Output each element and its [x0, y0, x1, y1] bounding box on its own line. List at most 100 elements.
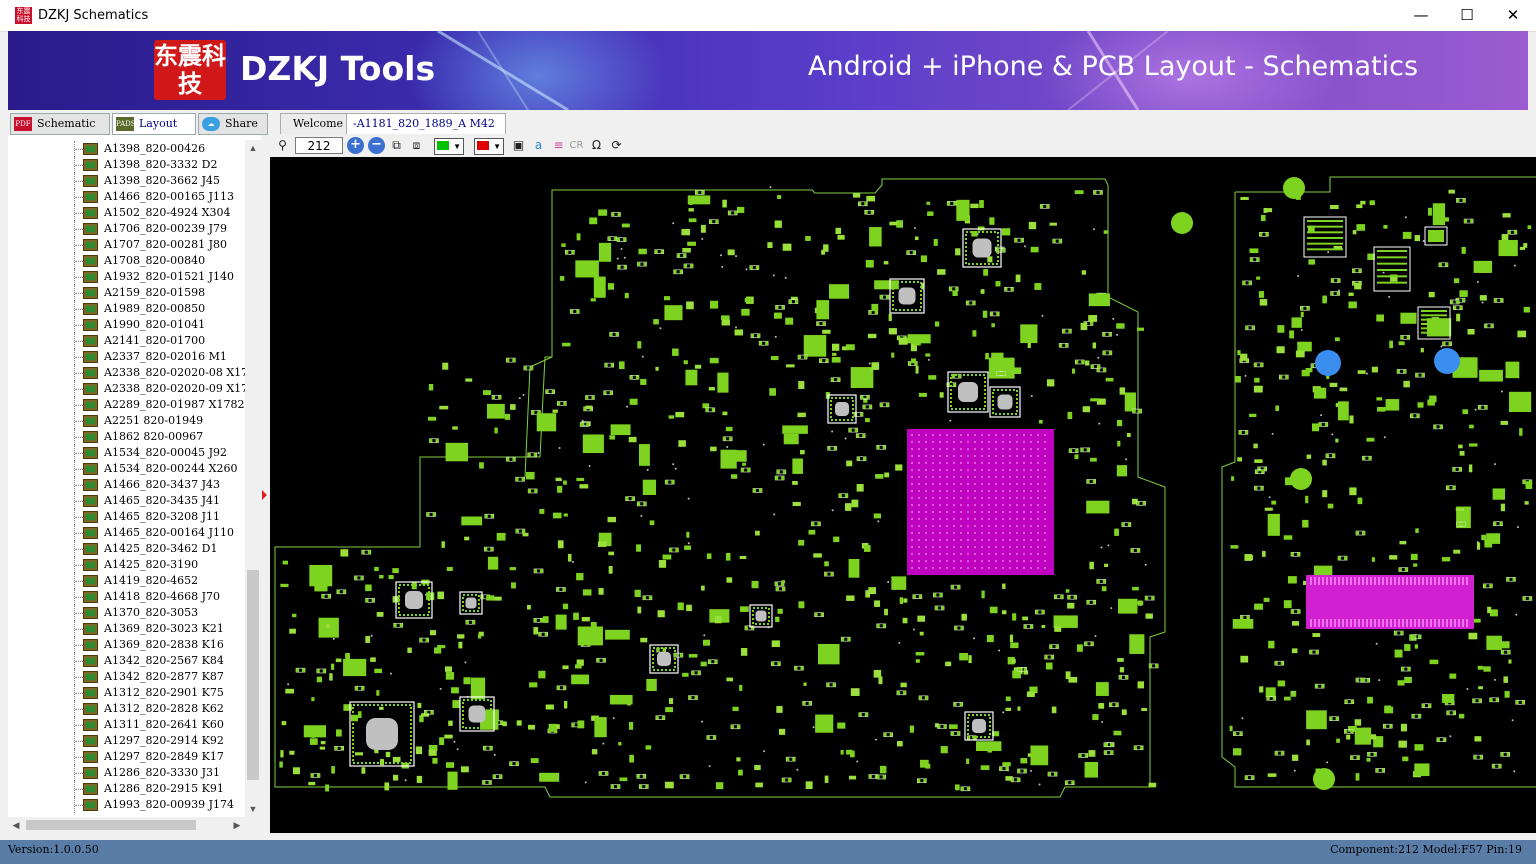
bga-ball — [1022, 531, 1026, 535]
tree-item[interactable]: A1708_820-00840 — [8, 253, 261, 269]
smd-pad — [767, 242, 773, 249]
zoom-input[interactable] — [295, 137, 343, 154]
collapse-arrow-icon[interactable] — [262, 490, 267, 500]
tree-item[interactable]: A1398_820-3662 J45 — [8, 173, 261, 189]
tree-item[interactable]: A1342_820-2877 K87 — [8, 669, 261, 685]
tree-item[interactable]: A1425_820-3190 — [8, 557, 261, 573]
tree-item[interactable]: A1425_820-3462 D1 — [8, 541, 261, 557]
zoom-in-icon[interactable]: + — [347, 137, 364, 154]
tree-item[interactable]: A1286_820-3330 J31 — [8, 765, 261, 781]
tree-item[interactable]: A1312_820-2828 K62 — [8, 701, 261, 717]
tab-welcome[interactable]: Welcome — [280, 113, 356, 134]
list-icon[interactable]: ≡ — [550, 137, 567, 154]
via-dot — [773, 513, 776, 516]
layers-icon[interactable]: ▣ — [510, 137, 527, 154]
scroll-down-icon[interactable]: ▼ — [245, 801, 261, 817]
tree-vertical-scrollbar[interactable]: ▲ ▼ — [245, 140, 261, 817]
search-icon[interactable]: ⚲ — [274, 137, 291, 154]
tab-board-file[interactable]: -A1181_820_1889_A M42✕ — [346, 113, 506, 151]
tree-item[interactable]: A2289_820-01987 X1782 J22 — [8, 397, 261, 413]
scroll-up-icon[interactable]: ▲ — [245, 140, 261, 156]
maximize-button[interactable]: ☐ — [1444, 0, 1490, 31]
scroll-right-icon[interactable]: ▶ — [229, 817, 245, 833]
tree-item[interactable]: A2337_820-02016 M1 — [8, 349, 261, 365]
mounting-pad[interactable] — [1283, 177, 1305, 199]
tree-item[interactable]: A1465_820-00164 J110 — [8, 525, 261, 541]
tree-item[interactable]: A1398_820-00426 — [8, 141, 261, 157]
tree-item[interactable]: A1418_820-4668 J70 — [8, 589, 261, 605]
tree-item[interactable]: A2338_820-02020-08 X1799 — [8, 365, 261, 381]
via-hole[interactable] — [1315, 350, 1341, 376]
tree-item[interactable]: A2338_820-02020-09 X1799 — [8, 381, 261, 397]
tree-item[interactable]: A1989_820-00850 — [8, 301, 261, 317]
tree-item[interactable]: A1369_820-2838 K16 — [8, 637, 261, 653]
layer-color-bottom-select[interactable]: ▼ — [474, 138, 504, 155]
tree-item[interactable]: A1312_820-2901 K75 — [8, 685, 261, 701]
smd-pad — [1256, 257, 1260, 262]
tab-schematic[interactable]: PDF Schematic — [10, 113, 110, 135]
smd-pad — [621, 223, 630, 228]
tree-item[interactable]: A1342_820-2567 K84 — [8, 653, 261, 669]
cpu-bga[interactable] — [907, 429, 1054, 575]
tree-item[interactable]: A1419_820-4652 — [8, 573, 261, 589]
tree-item[interactable]: A1465_820-3208 J11 — [8, 509, 261, 525]
smd-pad — [681, 228, 690, 236]
text-icon[interactable]: a — [530, 137, 547, 154]
smd-pad — [354, 752, 364, 756]
smd-pad — [415, 746, 423, 755]
close-button[interactable]: ✕ — [1490, 0, 1536, 31]
smd-pad — [1089, 321, 1093, 326]
pcb-board-drawing[interactable] — [270, 157, 1536, 833]
tree-item[interactable]: A1534_820-00244 X260 — [8, 461, 261, 477]
pcb-layout-canvas[interactable] — [270, 157, 1536, 833]
tree-item[interactable]: A1862 820-00967 — [8, 429, 261, 445]
rotate-icon[interactable]: ⟳ — [608, 137, 625, 154]
large-pad — [850, 367, 874, 388]
tree-item[interactable]: A1465_820-3435 J41 — [8, 493, 261, 509]
fit-page-icon[interactable]: ⧉ — [388, 137, 405, 154]
mounting-pad[interactable] — [1290, 468, 1312, 490]
tree-item[interactable]: A1286_820-2915 K91 — [8, 781, 261, 797]
tree-item[interactable]: A2141_820-01700 — [8, 333, 261, 349]
tree-item[interactable]: A2251 820-01949 — [8, 413, 261, 429]
via-dot — [453, 740, 456, 743]
tree-item[interactable]: A1297_820-2849 K17 — [8, 749, 261, 765]
tab-layout[interactable]: PADS Layout — [112, 113, 196, 135]
tree-item[interactable]: A1370_820-3053 — [8, 605, 261, 621]
scroll-left-icon[interactable]: ◀ — [8, 817, 24, 833]
mounting-pad[interactable] — [1171, 212, 1193, 234]
tree-item[interactable]: A2159_820-01598 — [8, 285, 261, 301]
smd-pad — [1300, 311, 1304, 318]
bga-ball — [1001, 489, 1005, 493]
tree-item[interactable]: A1990_820-01041 — [8, 317, 261, 333]
zoom-out-icon[interactable]: − — [368, 137, 385, 154]
tree-item[interactable]: A1398_820-3332 D2 — [8, 157, 261, 173]
tree-horizontal-scrollbar[interactable]: ◀ ▶ — [8, 817, 245, 833]
layer-color-top-select[interactable]: ▼ — [434, 138, 464, 155]
tree-item[interactable]: A1932_820-01521 J140 — [8, 269, 261, 285]
tree-item[interactable]: A1534_820-00045 J92 — [8, 445, 261, 461]
cr-icon[interactable]: CR — [568, 137, 585, 154]
bga-ball — [945, 552, 949, 556]
tree-item[interactable]: A1706_820-00239 J79 — [8, 221, 261, 237]
tree-item[interactable]: A1502_820-4924 X304 — [8, 205, 261, 221]
minimize-button[interactable]: — — [1398, 0, 1444, 31]
via-hole[interactable] — [1434, 348, 1460, 374]
tree-item[interactable]: A1369_820-3023 K21 — [8, 621, 261, 637]
mounting-pad[interactable] — [1313, 768, 1335, 790]
tree-item[interactable]: A1993_820-00939 J174 — [8, 797, 261, 813]
smd-pad — [1348, 292, 1354, 296]
smd-pad — [1483, 583, 1487, 588]
ohm-icon[interactable]: Ω — [588, 137, 605, 154]
tree-item[interactable]: A1707_820-00281 J80 — [8, 237, 261, 253]
tree-item[interactable]: A1466_820-00165 J113 — [8, 189, 261, 205]
ic-pins — [1307, 220, 1343, 222]
scroll-thumb[interactable] — [26, 820, 196, 830]
tree-item[interactable]: A1297_820-2914 K92 — [8, 733, 261, 749]
tree-item[interactable]: A1311_820-2641 K60 — [8, 717, 261, 733]
tab-share[interactable]: ☁ Share — [198, 113, 268, 135]
scroll-thumb[interactable] — [247, 570, 259, 780]
tree-item[interactable]: A1466_820-3437 J43 — [8, 477, 261, 493]
fit-width-icon[interactable]: ⧈ — [408, 137, 425, 154]
panel-splitter[interactable] — [261, 135, 270, 833]
